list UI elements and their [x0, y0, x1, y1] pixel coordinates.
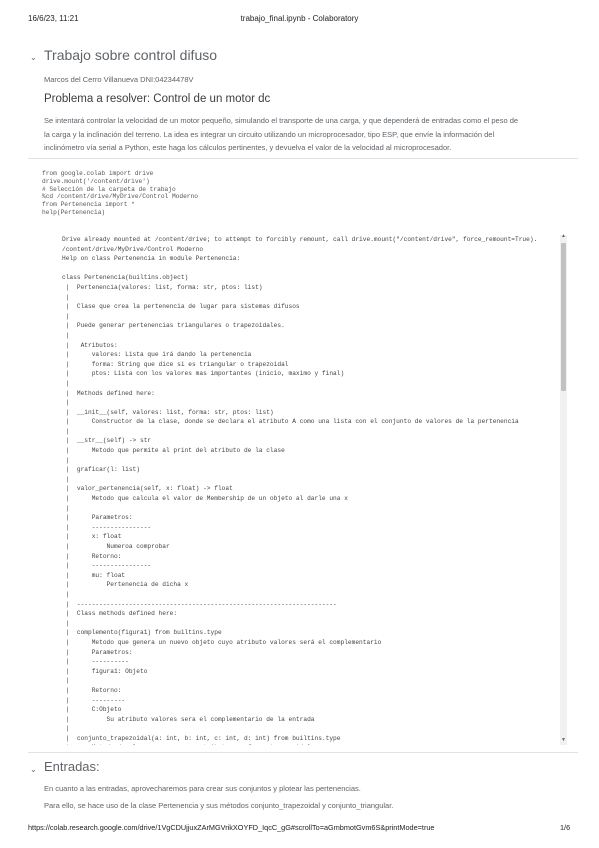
author-line: Marcos del Cerro Villanueva DNI:04234478…	[44, 75, 194, 84]
paragraph-line: Se intentará controlar la velocidad de u…	[44, 116, 519, 125]
collapse-chevron-icon[interactable]: ⌄	[30, 53, 37, 62]
scrollbar-thumb[interactable]	[561, 243, 566, 391]
output-text: Drive already mounted at /content/drive;…	[62, 236, 538, 745]
scroll-up-arrow-icon[interactable]: ▲	[560, 233, 567, 239]
scroll-down-arrow-icon[interactable]: ▼	[560, 737, 567, 743]
section-title: Trabajo sobre control difuso	[44, 47, 218, 63]
paragraph-line: inclinómetro vía serial a Python, este h…	[44, 143, 452, 152]
paragraph-line: la carga y la inclinación del terreno. L…	[44, 129, 495, 139]
footer-url: https://colab.research.google.com/drive/…	[28, 823, 435, 832]
output-area: Drive already mounted at /content/drive;…	[62, 235, 556, 745]
code-cell[interactable]: from google.colab import drive drive.mou…	[42, 170, 198, 217]
cell-divider	[28, 158, 578, 159]
entradas-line-2: Para ello, se hace uso de la clase Perte…	[44, 801, 394, 810]
cell-divider	[28, 752, 578, 753]
entradas-title: Entradas:	[44, 759, 100, 774]
problem-heading: Problema a resolver: Control de un motor…	[44, 93, 271, 105]
output-scrollbar[interactable]: ▲ ▼	[560, 233, 567, 745]
collapse-chevron-icon[interactable]: ⌄	[30, 765, 37, 774]
page-number: 1/6	[560, 823, 571, 832]
code-cell-source[interactable]: from google.colab import drive drive.mou…	[42, 170, 198, 217]
problem-paragraph: Se intentará controlar la velocidad de u…	[44, 114, 584, 155]
print-title: trabajo_final.ipynb - Colaboratory	[240, 14, 359, 23]
entradas-line-1: En cuanto a las entradas, aprovecharemos…	[44, 784, 361, 793]
